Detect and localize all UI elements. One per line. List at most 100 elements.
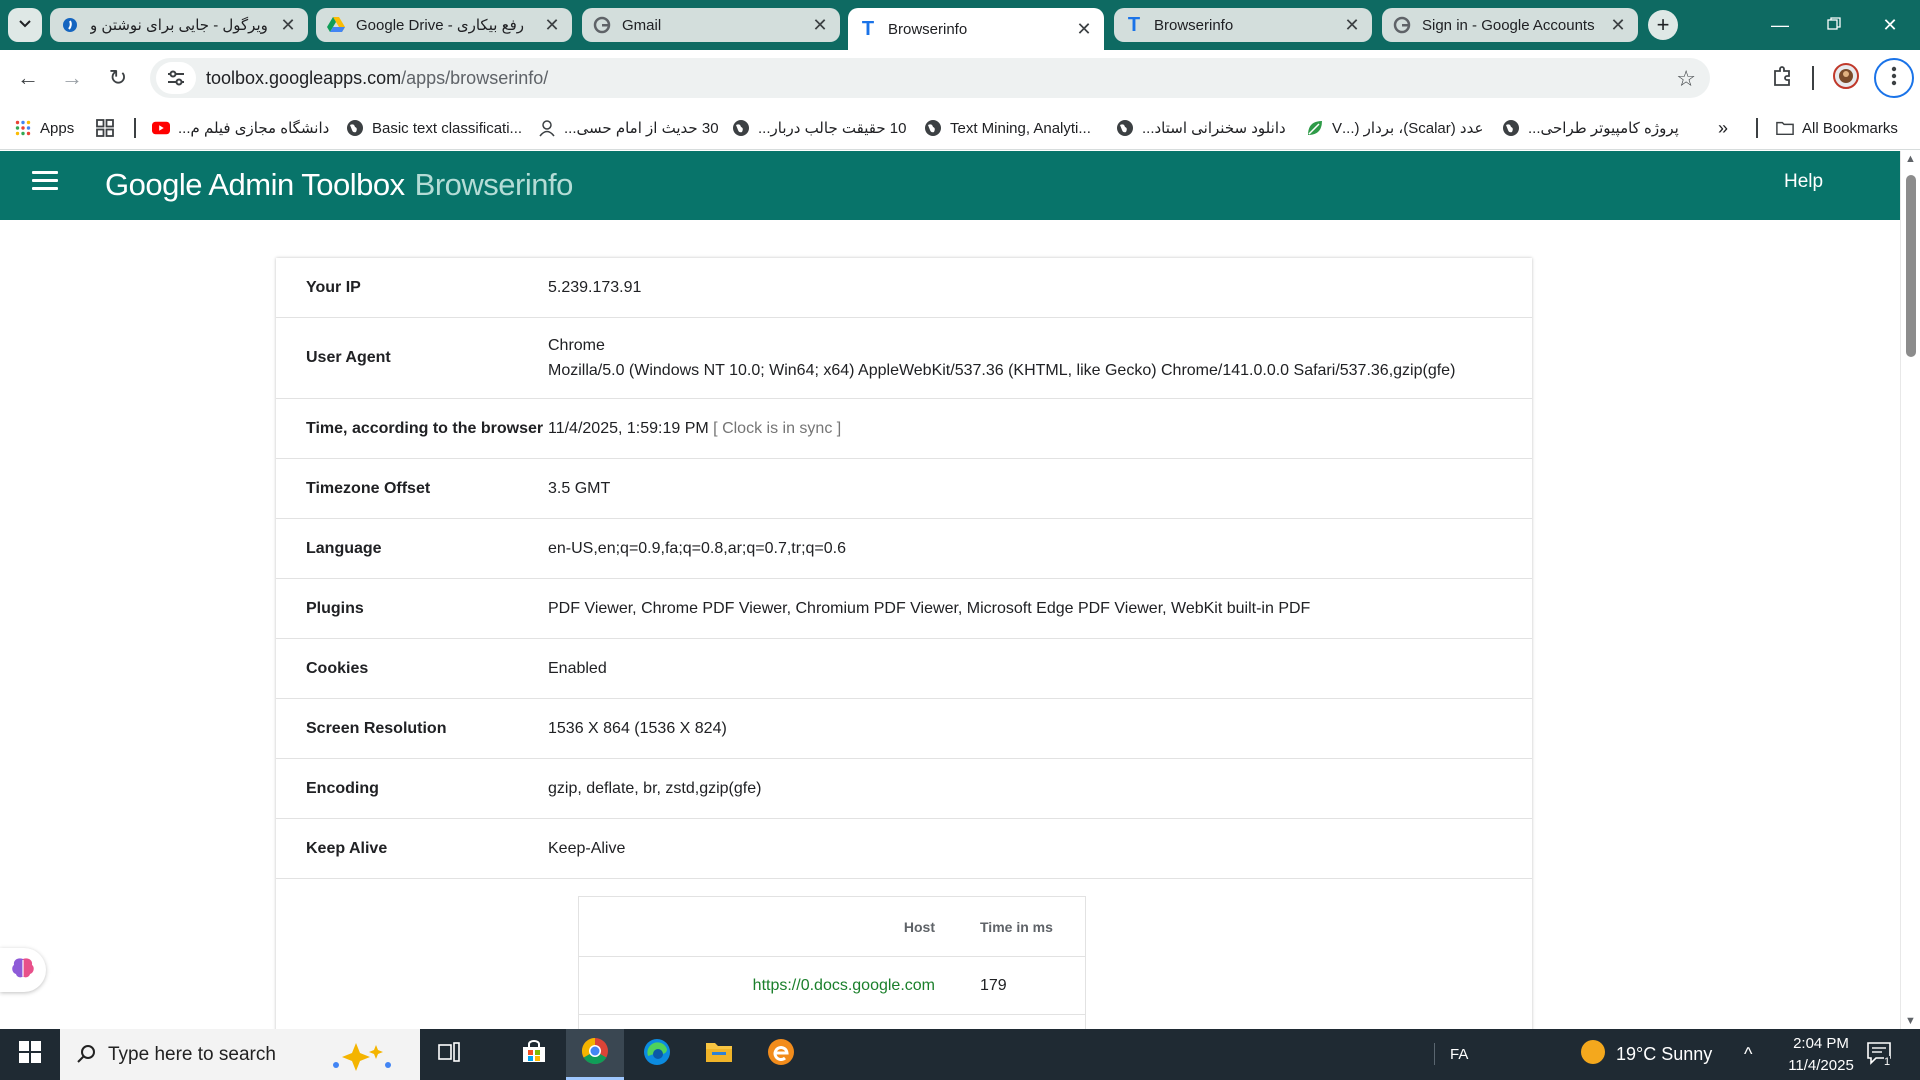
input-language[interactable]: FA: [1450, 1029, 1468, 1080]
reload-button[interactable]: ↻: [100, 60, 136, 96]
minimize-icon: —: [1771, 14, 1789, 35]
taskbar-chrome[interactable]: [566, 1029, 624, 1080]
clock-date: 11/4/2025: [1788, 1056, 1854, 1074]
globe-icon: [732, 119, 750, 137]
task-view-icon: [438, 1042, 460, 1067]
tab-browserinfo[interactable]: T Browserinfo ✕: [1114, 8, 1372, 42]
info-row-plugins: Plugins PDF Viewer, Chrome PDF Viewer, C…: [276, 579, 1532, 639]
sparkle-icon: [326, 1039, 396, 1076]
notification-count: 1: [1884, 1055, 1891, 1068]
bookmark-item[interactable]: عدد (Scalar)، بردار (...V: [1306, 116, 1483, 140]
weather-widget[interactable]: 19°C Sunny: [1580, 1029, 1712, 1080]
back-button[interactable]: ←: [10, 60, 46, 96]
task-view-button[interactable]: [420, 1029, 478, 1080]
site-info-icon[interactable]: [156, 62, 196, 94]
taskbar-store[interactable]: [505, 1029, 563, 1080]
tab-google-signin[interactable]: Sign in - Google Accounts ✕: [1382, 8, 1638, 42]
bookmark-item[interactable]: Basic text classificati...: [346, 116, 522, 140]
bookmark-item[interactable]: دانشگاه مجازی فیلم م...: [152, 116, 329, 140]
new-tab-button[interactable]: +: [1648, 10, 1678, 40]
minimize-button[interactable]: —: [1752, 0, 1808, 50]
brand-name: Google Admin Toolbox: [105, 167, 405, 202]
chrome-icon: [581, 1037, 609, 1070]
app-brand[interactable]: Google Admin Toolbox Browserinfo: [105, 167, 573, 203]
info-value: gzip, deflate, br, zstd,gzip(gfe): [548, 780, 762, 797]
extensions-button[interactable]: [1766, 62, 1798, 94]
chevron-down-icon: [18, 16, 32, 35]
close-tab-icon[interactable]: ✕: [1074, 19, 1094, 40]
taskbar-edge[interactable]: [628, 1029, 686, 1080]
scroll-up-icon[interactable]: ▲: [1905, 153, 1916, 165]
start-button[interactable]: [0, 1029, 60, 1080]
taskbar-search-box[interactable]: Type here to search: [60, 1029, 420, 1080]
chevron-up-icon: ^: [1744, 1044, 1753, 1064]
tab-strip: ویرگول - جایی برای نوشتن و ✕ رفع بیکاری …: [0, 0, 1920, 50]
tab-title: Browserinfo: [1154, 16, 1234, 34]
menu-icon[interactable]: [32, 171, 58, 197]
help-link[interactable]: Help: [1784, 171, 1823, 193]
folder-icon: [1776, 119, 1794, 137]
more-bookmarks-button[interactable]: »: [1718, 116, 1728, 140]
close-icon: ✕: [1882, 14, 1898, 35]
notifications-button[interactable]: 1: [1866, 1029, 1891, 1080]
bookmark-star-icon[interactable]: ☆: [1676, 66, 1696, 92]
taskbar-divider: [1434, 1043, 1435, 1065]
url-host: toolbox.googleapps.com: [206, 67, 402, 88]
close-tab-icon[interactable]: ✕: [278, 15, 298, 36]
chrome-menu-button[interactable]: [1874, 58, 1914, 98]
tab-search-button[interactable]: [8, 8, 42, 42]
bookmark-separator: [1756, 118, 1758, 138]
info-label: Plugins: [306, 599, 364, 617]
bookmark-item[interactable]: Text Mining, Analyti...: [924, 116, 1091, 140]
scrollbar-thumb[interactable]: [1906, 175, 1916, 357]
clock-sync-note: [ Clock is in sync ]: [713, 420, 842, 437]
info-label: Time, according to the browser: [306, 419, 544, 437]
close-tab-icon[interactable]: ✕: [1342, 15, 1362, 36]
url-text[interactable]: toolbox.googleapps.com/apps/browserinfo/: [206, 68, 548, 89]
address-bar[interactable]: toolbox.googleapps.com/apps/browserinfo/…: [150, 58, 1710, 98]
restore-button[interactable]: [1806, 0, 1862, 50]
bookmark-item[interactable]: پروژه کامپیوتر طراحی...: [1502, 116, 1679, 140]
page-scrollbar[interactable]: ▲ ▼: [1900, 151, 1920, 1029]
close-tab-icon[interactable]: ✕: [810, 15, 830, 36]
bookmark-apps[interactable]: Apps: [14, 116, 74, 140]
scroll-down-icon[interactable]: ▼: [1905, 1015, 1916, 1027]
weather-text: 19°C Sunny: [1616, 1044, 1713, 1064]
forward-button[interactable]: →: [54, 60, 90, 96]
taskbar-file-explorer[interactable]: [690, 1029, 748, 1080]
info-value: 1536 X 864 (1536 X 824): [548, 720, 727, 737]
profile-avatar[interactable]: [1830, 62, 1862, 94]
clock[interactable]: 2:04 PM 11/4/2025: [1776, 1029, 1866, 1080]
info-label: Screen Resolution: [306, 719, 447, 737]
bookmark-item[interactable]: دانلود سخنرانی استاد...: [1116, 116, 1286, 140]
tab-gmail[interactable]: Gmail ✕: [582, 8, 840, 42]
browser-time: 11/4/2025, 1:59:19 PM: [548, 420, 709, 437]
tab-virgool[interactable]: ویرگول - جایی برای نوشتن و ✕: [50, 8, 308, 42]
taskbar-app-orange[interactable]: [752, 1029, 810, 1080]
info-value: PDF Viewer, Chrome PDF Viewer, Chromium …: [548, 600, 1311, 617]
host-link[interactable]: https://0.docs.google.com: [579, 977, 935, 995]
user-agent-string: Mozilla/5.0 (Windows NT 10.0; Win64; x64…: [548, 362, 1456, 379]
tab-groups-button[interactable]: [96, 116, 122, 140]
bookmark-item[interactable]: 10 حقیقت جالب دربار...: [732, 116, 906, 140]
bookmark-label: 10 حقیقت جالب دربار...: [758, 120, 907, 137]
info-label: Keep Alive: [306, 839, 388, 857]
close-tab-icon[interactable]: ✕: [542, 15, 562, 36]
tab-google-drive[interactable]: رفع بیکاری - Google Drive ✕: [316, 8, 572, 42]
more-vertical-icon: [1891, 66, 1897, 91]
user-agent-browser: Chrome: [548, 337, 605, 354]
show-hidden-icons[interactable]: ^: [1744, 1029, 1752, 1080]
all-bookmarks[interactable]: All Bookmarks: [1776, 116, 1898, 140]
virgool-icon: [60, 15, 80, 35]
close-tab-icon[interactable]: ✕: [1608, 15, 1628, 36]
bookmark-item[interactable]: 30 حدیث از امام حسی...: [538, 116, 719, 140]
info-label: User Agent: [306, 349, 391, 366]
close-window-button[interactable]: ✕: [1862, 0, 1918, 50]
info-value: 5.239.173.91: [548, 279, 642, 296]
floating-assistant-button[interactable]: [0, 948, 46, 992]
bookmark-label: دانشگاه مجازی فیلم م...: [178, 120, 330, 137]
tab-browserinfo-active[interactable]: T Browserinfo ✕: [848, 8, 1104, 50]
bookmark-label: دانلود سخنرانی استاد...: [1142, 120, 1286, 137]
google-icon: [1392, 15, 1412, 35]
info-value: 11/4/2025, 1:59:19 PM [ Clock is in sync…: [548, 416, 1532, 441]
